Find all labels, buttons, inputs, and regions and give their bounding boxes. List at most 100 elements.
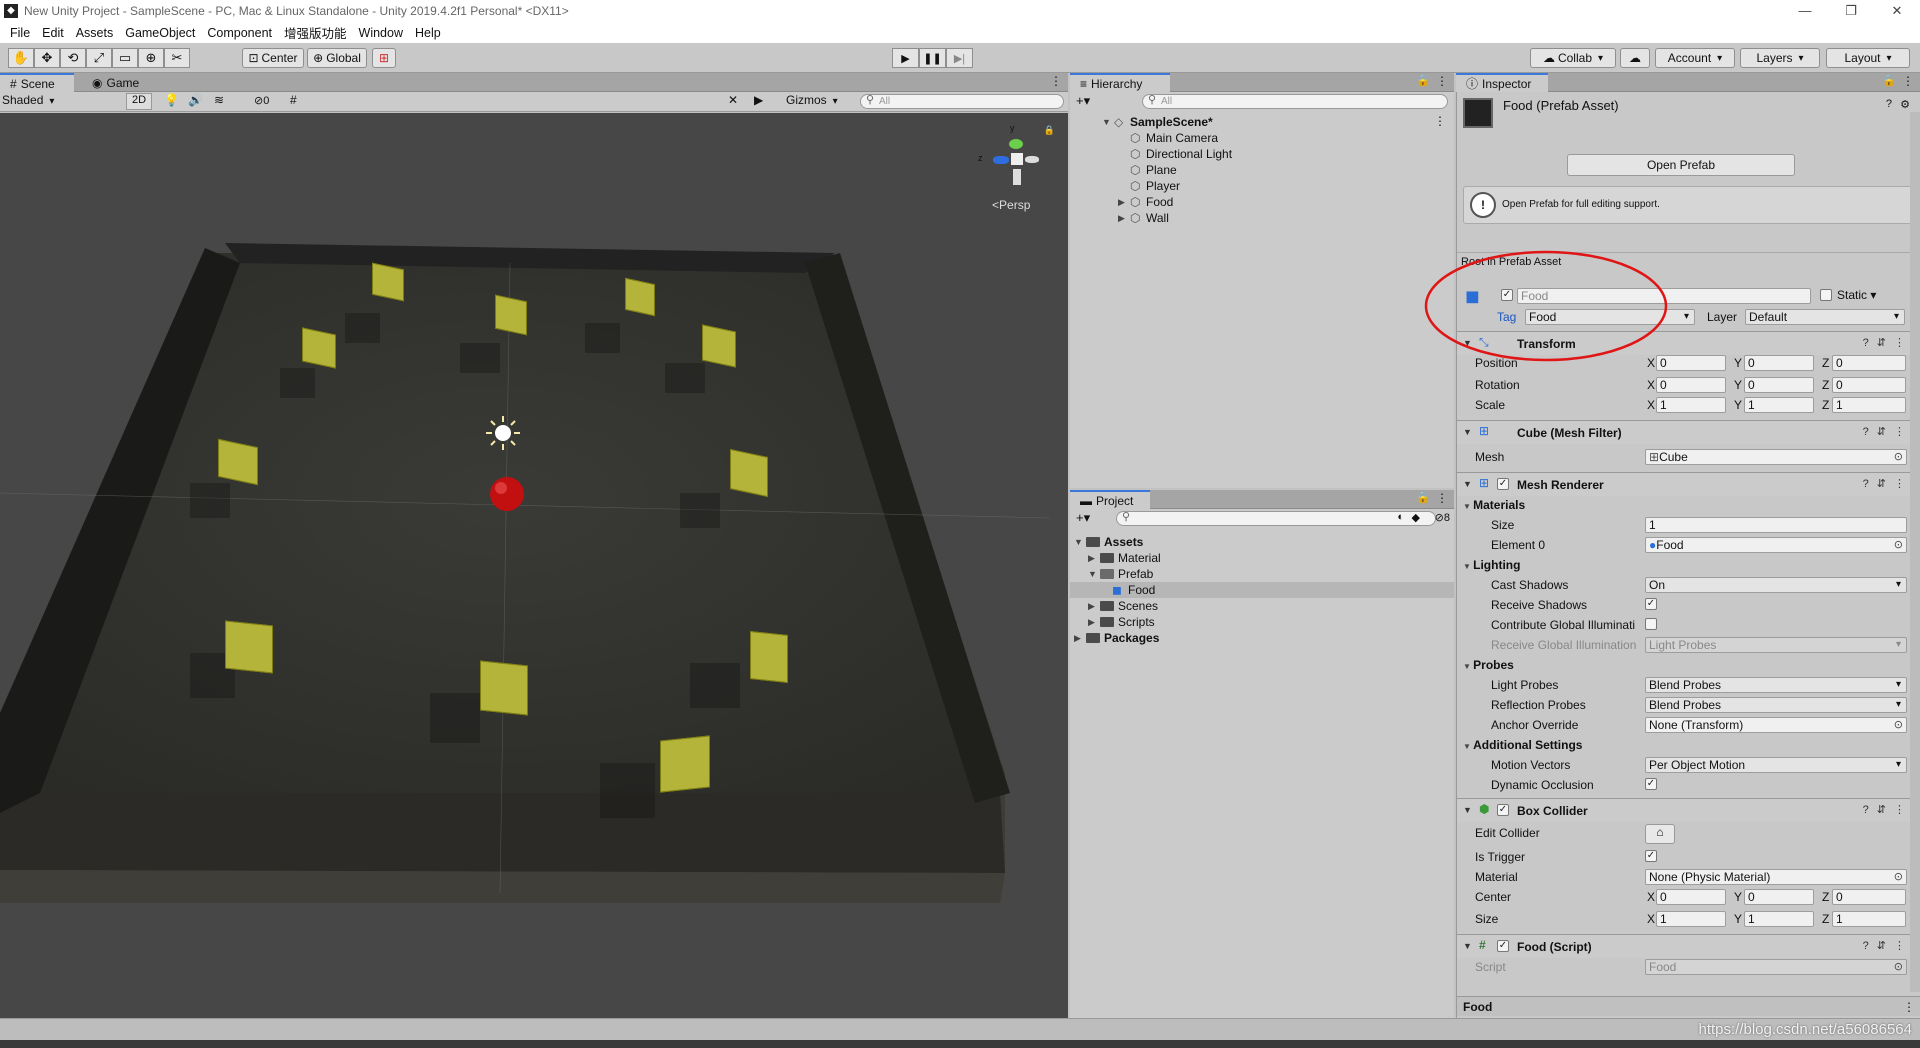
expand-arrow-icon[interactable]: ▶ [1088, 617, 1100, 628]
scene-gizmo[interactable]: y z 🔒 <Persp [975, 123, 1055, 213]
grid-toggle-icon[interactable]: # [290, 93, 297, 107]
component-actions-icon[interactable]: ?⇵⋮ [1863, 425, 1913, 438]
menu-help[interactable]: Help [415, 26, 441, 40]
center-y-field[interactable]: 0 [1744, 889, 1814, 905]
help-icon[interactable]: ? [1886, 98, 1892, 110]
inspector-lock-icon[interactable]: 🔒 [1882, 74, 1896, 87]
reflection-probes-dropdown[interactable]: Blend Probes [1645, 697, 1907, 713]
close-button[interactable]: ✕ [1874, 0, 1920, 22]
lighting-toggle-icon[interactable]: 💡 [164, 93, 179, 107]
hierarchy-menu-icon[interactable]: ⋮ [1436, 74, 1448, 88]
hierarchy-item-main-camera[interactable]: ⬡ Main Camera [1130, 130, 1218, 146]
scale-z-field[interactable]: 1 [1832, 397, 1906, 413]
pivot-center-button[interactable]: ⊡ Center [242, 48, 304, 68]
element0-field[interactable]: ●Food [1645, 537, 1907, 553]
component-actions-icon[interactable]: ?⇵⋮ [1863, 336, 1913, 349]
expand-arrow-icon[interactable]: ▼ [1102, 117, 1114, 127]
expand-arrow-icon[interactable]: ▶ [1088, 601, 1100, 612]
effects-toggle-icon[interactable]: ≋ [214, 93, 224, 107]
expand-arrow-icon[interactable]: ▶ [1118, 213, 1130, 224]
anchor-override-field[interactable]: None (Transform) [1645, 717, 1907, 733]
fold-arrow-icon[interactable]: ▼ [1463, 941, 1472, 951]
hierarchy-item-wall[interactable]: ▶ ⬡ Wall [1118, 210, 1169, 226]
scene-menu-icon[interactable]: ⋮ [1050, 74, 1062, 88]
scale-x-field[interactable]: 1 [1656, 397, 1726, 413]
play-icon[interactable]: ▶ [892, 48, 919, 68]
box-collider-component[interactable]: ▼ ⬢ ✓ Box Collider ?⇵⋮ [1457, 798, 1920, 822]
layer-dropdown[interactable]: Default [1745, 309, 1905, 325]
size-z-field[interactable]: 1 [1832, 911, 1906, 927]
audio-toggle-icon[interactable]: 🔊 [188, 93, 203, 107]
fold-arrow-icon[interactable]: ▼ [1463, 427, 1472, 437]
custom-tool-icon[interactable]: ✂ [164, 48, 190, 68]
expand-arrow-icon[interactable]: ▼ [1074, 537, 1086, 547]
layout-dropdown[interactable]: Layout [1826, 48, 1910, 68]
project-lock-icon[interactable]: 🔒 [1416, 491, 1430, 504]
project-material-folder[interactable]: ▶ Material [1088, 550, 1161, 566]
additional-settings-section[interactable]: Additional Settings [1463, 738, 1582, 752]
size-y-field[interactable]: 1 [1744, 911, 1814, 927]
receive-shadows-checkbox[interactable]: ✓ [1645, 598, 1657, 610]
project-add-icon[interactable]: +▾ [1076, 510, 1090, 526]
lock-icon[interactable]: 🔒 [1044, 125, 1055, 136]
lighting-section[interactable]: Lighting [1463, 558, 1520, 572]
materials-size-field[interactable]: 1 [1645, 517, 1907, 533]
rotation-z-field[interactable]: 0 [1832, 377, 1906, 393]
hierarchy-item-player[interactable]: ⬡ Player [1130, 178, 1180, 194]
project-scripts-folder[interactable]: ▶ Scripts [1088, 614, 1155, 630]
gizmo-x-axis[interactable] [1025, 156, 1039, 163]
hierarchy-item-food[interactable]: ▶ ⬡ Food [1118, 194, 1173, 210]
tab-project[interactable]: ▬ Project [1070, 490, 1150, 509]
center-z-field[interactable]: 0 [1832, 889, 1906, 905]
edit-collider-icon[interactable]: ⌂ [1645, 824, 1675, 844]
hidden-count-icon[interactable]: ⊘0 [254, 94, 269, 107]
project-search-input[interactable] [1116, 511, 1436, 526]
tab-inspector[interactable]: ⓘ Inspector [1456, 73, 1548, 92]
scene-viewport[interactable]: y z 🔒 <Persp [0, 113, 1068, 1018]
contribute-gi-checkbox[interactable] [1645, 618, 1657, 630]
settings-gear-icon[interactable]: ⚙ [1900, 98, 1910, 111]
camera-icon[interactable]: ▶ [754, 93, 763, 107]
footer-menu-icon[interactable]: ⋮ [1903, 1000, 1915, 1014]
probes-section[interactable]: Probes [1463, 658, 1514, 672]
collab-dropdown[interactable]: ☁ Collab [1530, 48, 1616, 68]
pause-icon[interactable]: ❚❚ [919, 48, 946, 68]
fold-arrow-icon[interactable]: ▼ [1463, 805, 1472, 815]
hierarchy-add-icon[interactable]: +▾ [1076, 93, 1090, 109]
hierarchy-item-directional-light[interactable]: ⬡ Directional Light [1130, 146, 1232, 162]
mesh-filter-component[interactable]: ▼ ⊞ Cube (Mesh Filter) ?⇵⋮ [1457, 420, 1920, 444]
search-by-label-icon[interactable]: ◆ [1412, 511, 1420, 524]
persp-label[interactable]: <Persp [992, 198, 1030, 212]
mesh-field[interactable]: ⊞Cube [1645, 449, 1907, 465]
dynamic-occlusion-checkbox[interactable]: ✓ [1645, 778, 1657, 790]
hand-tool-icon[interactable]: ✋ [8, 48, 34, 68]
gizmo-z-axis[interactable] [993, 156, 1009, 164]
step-icon[interactable]: ▶| [946, 48, 973, 68]
menu-enhanced[interactable]: 增强版功能 [284, 23, 347, 42]
transform-tool-icon[interactable]: ⊕ [138, 48, 164, 68]
position-z-field[interactable]: 0 [1832, 355, 1906, 371]
scale-y-field[interactable]: 1 [1744, 397, 1814, 413]
is-trigger-checkbox[interactable]: ✓ [1645, 850, 1657, 862]
rotation-x-field[interactable]: 0 [1656, 377, 1726, 393]
gizmos-dropdown[interactable]: Gizmos [786, 93, 838, 107]
project-packages-folder[interactable]: ▶ Packages [1074, 630, 1159, 646]
mesh-renderer-component[interactable]: ▼ ⊞ ✓ Mesh Renderer ?⇵⋮ [1457, 472, 1920, 496]
menu-window[interactable]: Window [359, 26, 403, 40]
hierarchy-item-plane[interactable]: ⬡ Plane [1130, 162, 1177, 178]
cloud-icon[interactable]: ☁ [1620, 48, 1650, 68]
expand-arrow-icon[interactable]: ▶ [1118, 197, 1130, 208]
food-script-component[interactable]: ▼ # ✓ Food (Script) ?⇵⋮ [1457, 934, 1920, 958]
rect-tool-icon[interactable]: ▭ [112, 48, 138, 68]
maximize-button[interactable]: ❐ [1828, 0, 1874, 22]
menu-assets[interactable]: Assets [76, 26, 114, 40]
scene-options-icon[interactable]: ⋮ [1434, 114, 1446, 128]
tools-icon[interactable]: ✕ [728, 93, 738, 107]
tab-game[interactable]: ◉ Game [82, 73, 149, 92]
cast-shadows-dropdown[interactable]: On [1645, 577, 1907, 593]
static-checkbox[interactable] [1820, 289, 1832, 301]
scale-tool-icon[interactable]: ⤢ [86, 48, 112, 68]
center-x-field[interactable]: 0 [1656, 889, 1726, 905]
search-by-type-icon[interactable]: ◐ [1397, 511, 1404, 523]
gizmo-center[interactable] [1011, 153, 1023, 165]
